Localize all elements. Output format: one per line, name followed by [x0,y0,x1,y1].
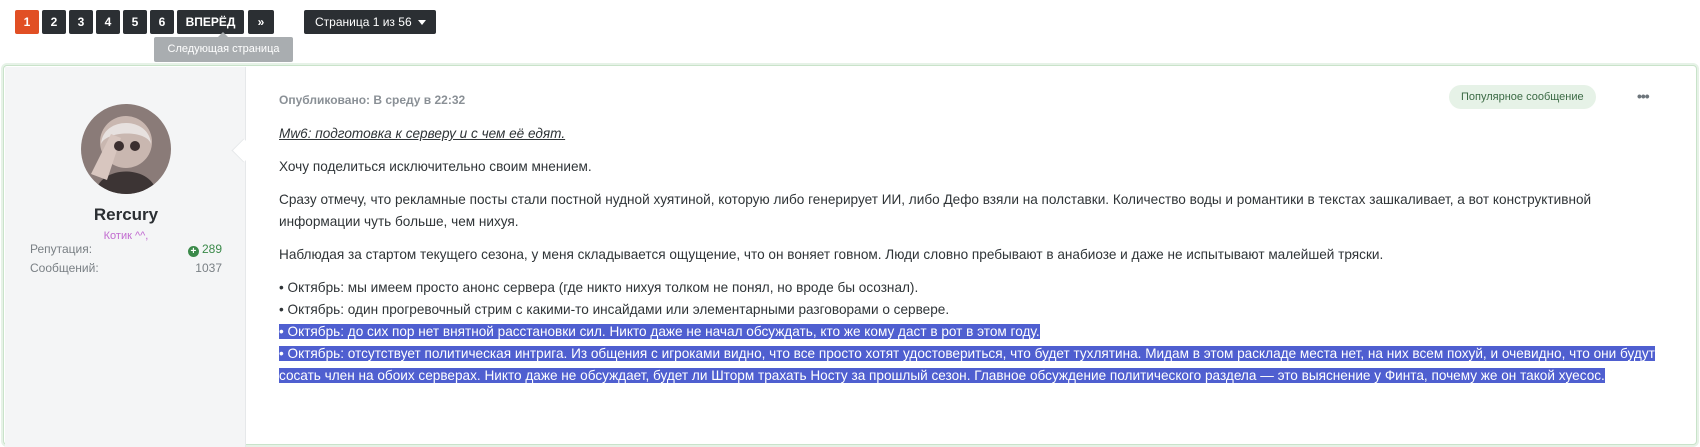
caret-down-icon [417,20,426,26]
author-title: Котик ^^, [103,230,149,242]
author-panel: Rercury Котик ^^, Репутация: +289 Сообще… [5,67,246,447]
bullet-3-selected: • Октябрь: до сих пор нет внятной расста… [279,324,1040,339]
bullet-4-selected: • Октябрь: отсутствует политическая интр… [279,346,1655,383]
page-6-button[interactable]: 6 [150,10,174,34]
post-date: Опубликовано: В среду в 22:32 [279,93,466,107]
popular-badge: Популярное сообщение [1449,85,1596,109]
post-paragraph-2: Сразу отмечу, что рекламные посты стали … [279,192,1592,229]
reputation-value: 289 [201,242,222,256]
post-title: Mw6: подготовка к серверу и с чем её едя… [279,126,566,141]
post-paragraph-1: Хочу поделиться исключительно своим мнен… [279,159,592,174]
last-page-button[interactable]: » [248,10,274,34]
reputation-label: Репутация: [30,242,93,256]
author-name[interactable]: Rercury [5,205,247,225]
plus-circle-icon: + [187,246,199,257]
post-content: Mw6: подготовка к серверу и с чем её едя… [279,123,1659,387]
posts-value: 1037 [195,261,222,275]
next-page-tooltip: Следующая страница [154,32,293,62]
post-paragraph-3: Наблюдая за стартом текущего сезона, у м… [279,247,1384,262]
posts-stat: Сообщений: 1037 [30,261,222,275]
page-jump-dropdown[interactable]: Страница 1 из 56 [304,10,436,34]
page-1-button[interactable]: 1 [15,10,39,34]
more-options-icon[interactable]: ••• [1637,88,1650,104]
avatar[interactable] [81,104,171,194]
bullet-2: • Октябрь: один прогревочный стрим с как… [279,302,950,317]
reputation-stat: Репутация: +289 [30,242,222,257]
page-5-button[interactable]: 5 [123,10,147,34]
posts-label: Сообщений: [30,261,99,275]
page-4-button[interactable]: 4 [96,10,120,34]
page-jump-label: Страница 1 из 56 [315,15,412,29]
page-3-button[interactable]: 3 [69,10,93,34]
reputation-value-wrap: +289 [187,242,222,257]
bullet-1: • Октябрь: мы имеем просто анонс сервера… [279,280,919,295]
next-page-button[interactable]: ВПЕРЁД [177,10,244,34]
forum-post: Rercury Котик ^^, Репутация: +289 Сообще… [3,65,1697,447]
page-2-button[interactable]: 2 [42,10,66,34]
avatar-image [81,104,171,194]
